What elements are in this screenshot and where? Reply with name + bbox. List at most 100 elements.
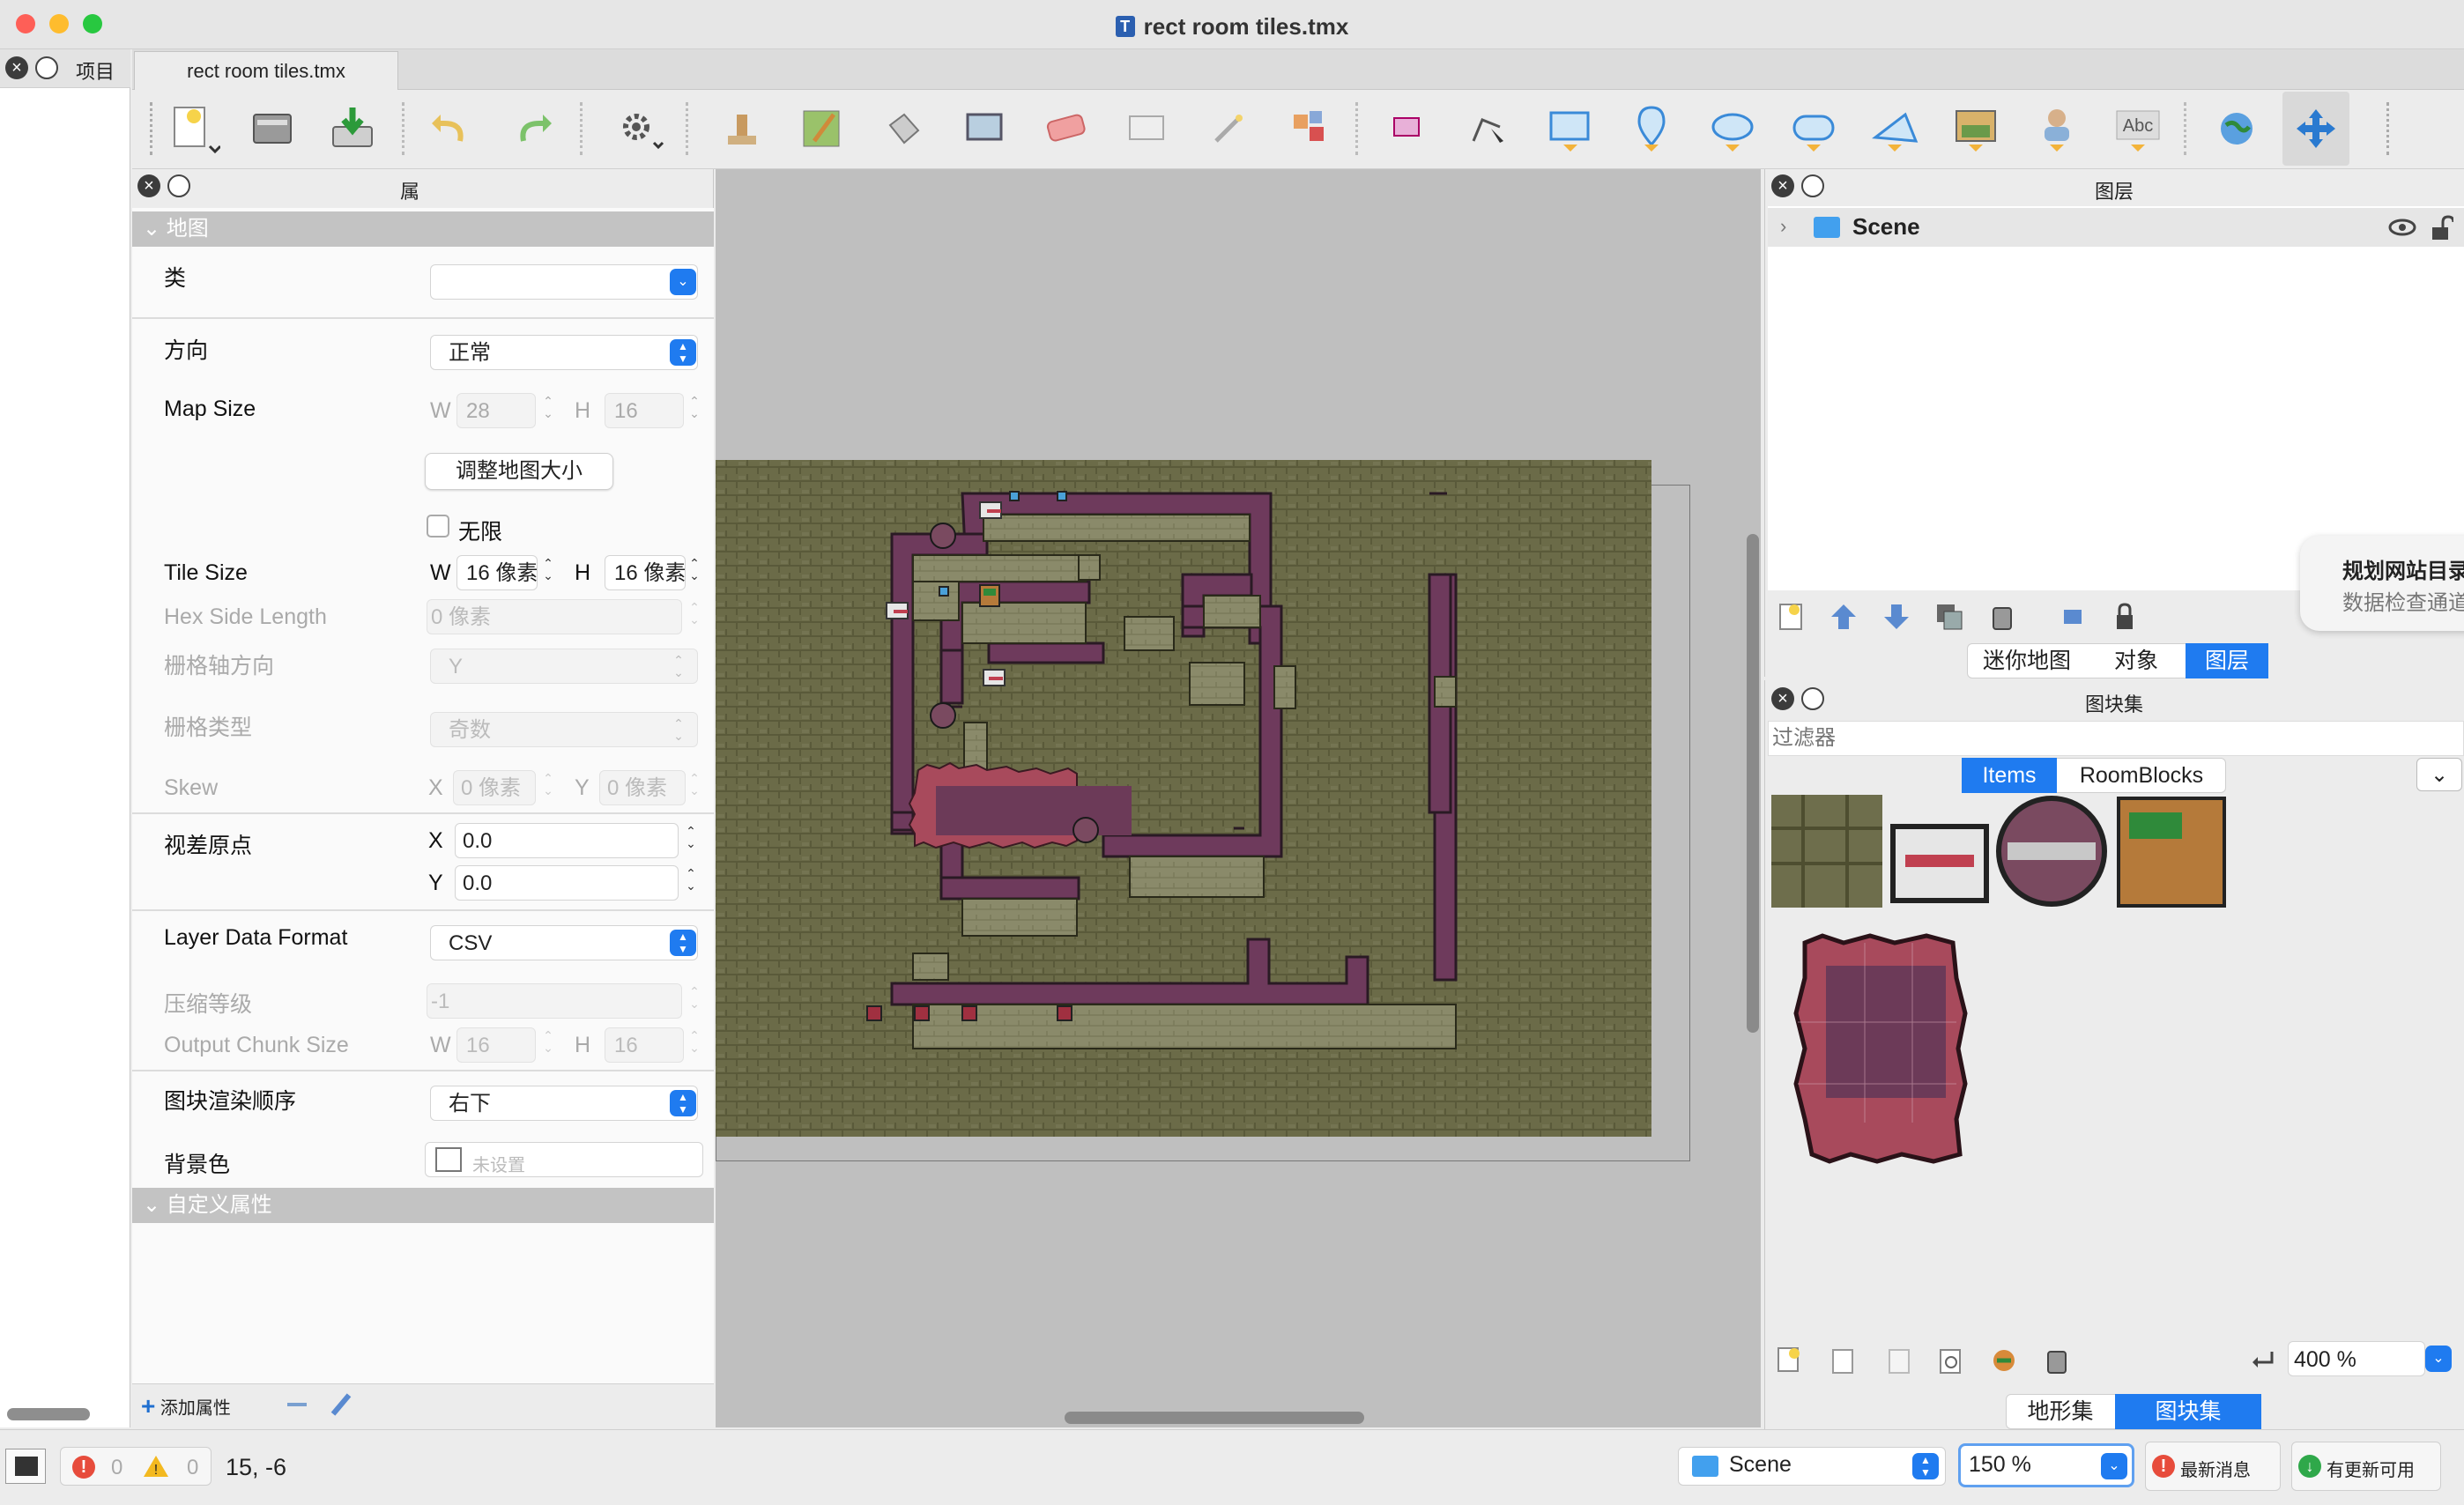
layer-data-format-select[interactable]: CSV <box>430 925 698 960</box>
terrain-brush-icon[interactable] <box>797 102 850 155</box>
parallax-y-stepper-icon[interactable]: ⌃ ⌄ <box>680 867 701 892</box>
tile-height-field[interactable]: 16 像素 <box>605 555 686 590</box>
compression-field[interactable]: -1 <box>427 983 682 1019</box>
lock-icon[interactable] <box>2429 215 2453 241</box>
section-map[interactable]: ⌄ 地图 <box>132 211 714 247</box>
dynamic-wrapping-icon[interactable] <box>2247 1345 2279 1376</box>
map-horizontal-scrollbar[interactable] <box>1065 1412 1364 1424</box>
class-dropdown-chevron-icon[interactable]: ⌄ <box>670 269 696 295</box>
insert-point-icon[interactable] <box>1625 102 1678 155</box>
chunk-height-stepper-icon[interactable]: ⌃ ⌄ <box>684 1029 705 1054</box>
map-width-stepper-icon[interactable]: ⌃ ⌄ <box>538 395 559 419</box>
map-canvas[interactable] <box>716 460 1651 1137</box>
embed-tileset-icon[interactable] <box>1828 1345 1859 1376</box>
chunk-width-field[interactable]: 16 <box>456 1027 536 1063</box>
tileset-zoom-field[interactable]: 400 % <box>2288 1341 2425 1376</box>
select-objects-icon[interactable] <box>1382 102 1435 155</box>
orientation-select[interactable]: 正常 <box>430 335 698 370</box>
project-scrollbar[interactable] <box>7 1408 90 1420</box>
tileset-filter-input[interactable] <box>1768 721 2464 756</box>
stagger-index-updown-icon[interactable]: ⌃ ⌄ <box>668 717 689 742</box>
stamp-brush-icon[interactable] <box>716 102 768 155</box>
skew-x-field[interactable]: 0 像素 <box>453 770 536 805</box>
new-tileset-icon[interactable] <box>1775 1345 1807 1376</box>
raise-layer-icon[interactable] <box>1828 601 1859 633</box>
layer-format-updown-icon[interactable]: ▲ ▼ <box>670 930 696 956</box>
tab-terrain-sets[interactable]: 地形集 <box>2006 1394 2115 1429</box>
float-project-panel-icon[interactable] <box>35 56 58 79</box>
resize-map-button[interactable]: 调整地图大小 <box>425 453 613 490</box>
open-file-icon[interactable] <box>247 102 300 155</box>
insert-capsule-icon[interactable] <box>1787 102 1840 155</box>
tileset-zoom-chevron-icon[interactable]: ⌄ <box>2425 1346 2452 1372</box>
redo-icon[interactable] <box>508 102 560 155</box>
remove-tileset-icon[interactable] <box>2041 1345 2073 1376</box>
layer-select-updown-icon[interactable]: ▲ ▼ <box>1912 1453 1939 1479</box>
move-arrows-icon[interactable] <box>2290 102 2342 155</box>
bucket-fill-icon[interactable] <box>878 102 931 155</box>
color-swatch[interactable] <box>435 1147 462 1172</box>
insert-ellipse-icon[interactable] <box>1706 102 1759 155</box>
world-tool-icon[interactable] <box>2210 102 2263 155</box>
magic-wand-icon[interactable] <box>1202 102 1255 155</box>
tile-width-stepper-icon[interactable]: ⌃ ⌄ <box>538 557 559 582</box>
insert-tile-icon[interactable] <box>1949 102 2002 155</box>
tab-minimap[interactable]: 迷你地图 <box>1967 643 2087 678</box>
lock-others-icon[interactable] <box>2110 601 2141 633</box>
console-button[interactable] <box>5 1449 46 1484</box>
new-layer-icon[interactable] <box>1775 599 1810 634</box>
remove-property-icon[interactable] <box>287 1403 307 1406</box>
infinite-checkbox[interactable] <box>427 515 449 538</box>
skew-x-stepper-icon[interactable]: ⌃ ⌄ <box>538 772 559 797</box>
map-height-stepper-icon[interactable]: ⌃ ⌄ <box>684 395 705 419</box>
map-width-field[interactable]: 28 <box>456 393 536 428</box>
edit-tileset-icon[interactable] <box>1935 1345 1967 1376</box>
insert-template-icon[interactable] <box>2030 102 2083 155</box>
visibility-eye-icon[interactable] <box>2388 215 2416 240</box>
parallax-x-field[interactable]: 0.0 <box>455 823 679 858</box>
chunk-height-field[interactable]: 16 <box>605 1027 684 1063</box>
stagger-axis-updown-icon[interactable]: ⌃ ⌄ <box>668 654 689 678</box>
rectangle-select-icon[interactable] <box>1121 102 1174 155</box>
map-zoom-chevron-icon[interactable]: ⌄ <box>2101 1453 2127 1479</box>
tileset-menu-chevron-icon[interactable]: ⌄ <box>2416 758 2462 791</box>
undo-icon[interactable] <box>423 102 476 155</box>
map-height-field[interactable]: 16 <box>605 393 684 428</box>
duplicate-layer-icon[interactable] <box>1933 601 1965 633</box>
render-order-updown-icon[interactable]: ▲ ▼ <box>670 1090 696 1116</box>
doc-tab-rect-room-tiles[interactable]: rect room tiles.tmx <box>134 51 398 90</box>
new-file-icon[interactable] <box>167 102 220 155</box>
select-same-tile-icon[interactable] <box>1283 102 1336 155</box>
add-property-button[interactable]: + 添加属性 <box>141 1392 231 1420</box>
notification-popup[interactable]: 规划网站目录 数据检查通道 <box>2300 536 2464 631</box>
section-custom-properties[interactable]: ⌄ 自定义属性 <box>132 1188 714 1223</box>
commands-gear-icon[interactable] <box>613 102 666 155</box>
tab-objects[interactable]: 对象 <box>2087 643 2186 678</box>
background-color-field[interactable] <box>425 1142 703 1177</box>
skew-y-field[interactable]: 0 像素 <box>599 770 686 805</box>
shape-fill-icon[interactable] <box>959 102 1012 155</box>
class-field[interactable] <box>430 264 698 300</box>
parallax-y-field[interactable]: 0.0 <box>455 865 679 901</box>
insert-rectangle-icon[interactable] <box>1544 102 1597 155</box>
tile-width-field[interactable]: 16 像素 <box>456 555 538 590</box>
hex-side-field[interactable]: 0 像素 <box>427 599 682 634</box>
replace-tileset-icon[interactable] <box>1988 1345 2020 1376</box>
insert-text-icon[interactable]: Abc <box>2111 102 2164 155</box>
render-order-select[interactable]: 右下 <box>430 1086 698 1121</box>
tile-height-stepper-icon[interactable]: ⌃ ⌄ <box>684 557 705 582</box>
show-hide-others-icon[interactable] <box>2057 601 2089 633</box>
insert-polygon-icon[interactable] <box>1868 102 1921 155</box>
close-project-panel-icon[interactable]: × <box>5 56 28 79</box>
parallax-x-stepper-icon[interactable]: ⌃ ⌄ <box>680 825 701 849</box>
chunk-width-stepper-icon[interactable]: ⌃ ⌄ <box>538 1029 559 1054</box>
stagger-index-select[interactable]: 奇数 <box>430 712 698 747</box>
delete-layer-icon[interactable] <box>1986 601 2018 633</box>
tab-layers[interactable]: 图层 <box>2186 643 2268 678</box>
orientation-updown-icon[interactable]: ▲ ▼ <box>670 339 696 366</box>
hex-side-stepper-icon[interactable]: ⌃ ⌄ <box>684 601 705 626</box>
skew-y-stepper-icon[interactable]: ⌃ ⌄ <box>684 772 705 797</box>
stagger-axis-select[interactable]: Y <box>430 649 698 684</box>
map-vertical-scrollbar[interactable] <box>1747 534 1759 1033</box>
tab-tilesets[interactable]: 图块集 <box>2115 1394 2261 1429</box>
